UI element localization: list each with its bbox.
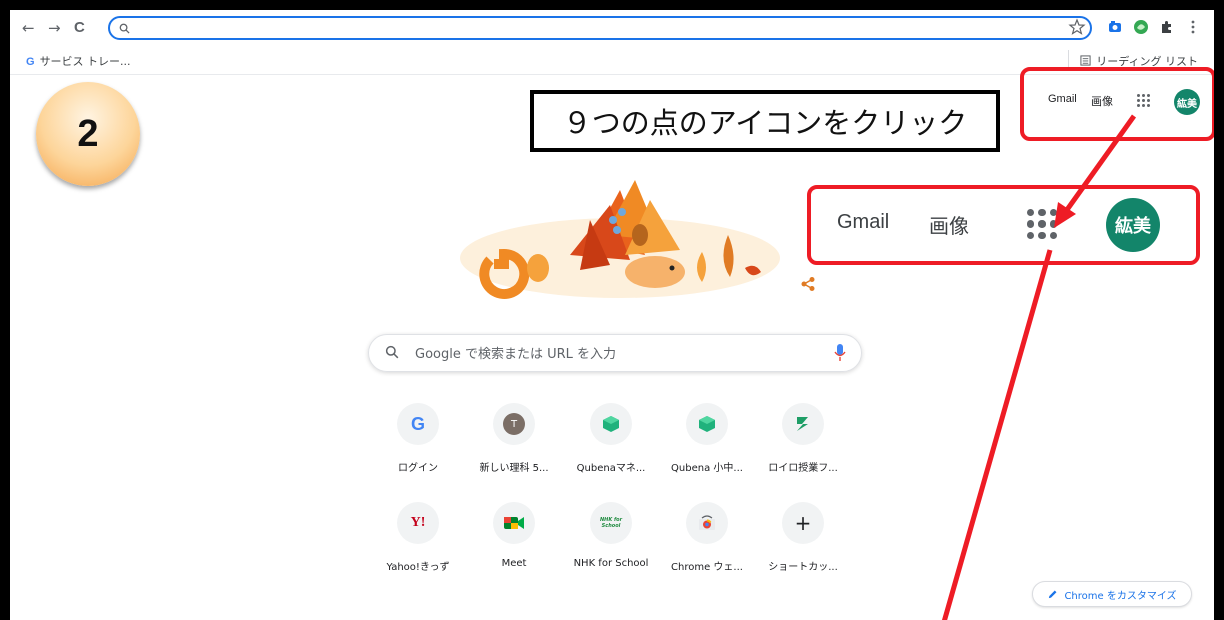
loilo-icon: [782, 403, 824, 445]
search-input[interactable]: [413, 342, 817, 366]
shortcut-tile[interactable]: Meet: [466, 502, 562, 592]
shortcut-label: ロイロ授業フ...: [768, 463, 838, 474]
nhk-for-school-icon: NHK for School: [590, 502, 632, 544]
gmail-link-zoomed: Gmail: [837, 211, 890, 233]
meet-icon: [493, 502, 535, 544]
shortcut-tile[interactable]: T 新しい理科 5...: [466, 403, 562, 493]
bookmark-label: サービス トレー...: [39, 55, 131, 68]
zoomed-header-panel: Gmail 画像 紘美: [807, 185, 1200, 265]
highlight-box-small: [1020, 67, 1214, 141]
extension-green-icon[interactable]: [1132, 18, 1150, 36]
shortcut-tile[interactable]: NHK for School NHK for School: [563, 502, 659, 592]
yahoo-kids-icon: Y!: [397, 502, 439, 544]
qubena-cube-icon: [590, 403, 632, 445]
browser-toolbar: ← → C: [10, 10, 1214, 46]
back-arrow-icon[interactable]: ←: [22, 19, 35, 37]
reading-list-icon: [1080, 55, 1091, 66]
step-number-badge: 2: [36, 82, 140, 186]
google-g-icon: G: [397, 403, 439, 445]
shortcut-label: 新しい理科 5...: [479, 463, 549, 474]
shortcut-tile[interactable]: G ログイン: [370, 403, 466, 493]
extension-camera-icon[interactable]: [1106, 18, 1124, 36]
letter-t-avatar-icon: T: [493, 403, 535, 445]
customize-chrome-button[interactable]: Chrome をカスタマイズ: [1032, 581, 1192, 607]
microphone-icon[interactable]: [833, 343, 847, 363]
shortcut-tile[interactable]: ロイロ授業フ...: [755, 403, 851, 493]
instruction-text: ９つの点のアイコンをクリック: [562, 106, 968, 140]
address-bar[interactable]: [108, 16, 1092, 40]
customize-label: Chrome をカスタマイズ: [1064, 590, 1177, 602]
shortcut-tile[interactable]: Qubenaマネ...: [563, 403, 659, 493]
share-icon[interactable]: [800, 276, 816, 292]
star-bookmark-icon[interactable]: [1068, 18, 1086, 36]
shortcut-tile[interactable]: Chrome ウェ...: [659, 502, 755, 592]
add-shortcut-tile[interactable]: + ショートカッ...: [755, 502, 851, 592]
shortcut-label: Meet: [501, 558, 527, 569]
google-doodle-image[interactable]: [440, 140, 800, 320]
google-g-icon: G: [26, 56, 35, 68]
pencil-icon: [1049, 590, 1057, 598]
search-icon: [119, 23, 130, 34]
shortcut-tile[interactable]: Qubena 小中...: [659, 403, 755, 493]
plus-icon: +: [782, 502, 824, 544]
shortcut-tile[interactable]: Y! Yahoo!きっず: [370, 502, 466, 592]
search-icon: [385, 345, 399, 359]
shortcut-label: Qubenaマネ...: [576, 463, 646, 474]
menu-kebab-icon[interactable]: [1184, 18, 1202, 36]
bookmark-item[interactable]: G サービス トレー...: [26, 53, 131, 69]
search-box[interactable]: [368, 334, 862, 372]
pointer-line: [941, 249, 1053, 620]
shortcut-label: Yahoo!きっず: [386, 562, 450, 573]
shortcut-label: ログイン: [398, 463, 438, 474]
divider: [1068, 50, 1070, 68]
browser-window: ← → C G サービス トレー... リーディング リスト Gmail 画像 紘…: [10, 10, 1214, 620]
shortcut-label: Chrome ウェ...: [671, 562, 743, 573]
extensions-puzzle-icon[interactable]: [1158, 18, 1176, 36]
shortcut-label: Qubena 小中...: [671, 463, 743, 474]
apps-grid-icon-zoomed: [1027, 209, 1057, 239]
images-link-zoomed: 画像: [929, 214, 969, 238]
forward-arrow-icon[interactable]: →: [48, 19, 61, 37]
avatar-zoomed: 紘美: [1106, 198, 1160, 252]
chrome-webstore-icon: [686, 502, 728, 544]
reload-icon[interactable]: C: [74, 19, 85, 37]
shortcut-label: ショートカッ...: [768, 562, 838, 573]
shortcut-label: NHK for School: [573, 558, 649, 569]
qubena-cube-icon: [686, 403, 728, 445]
